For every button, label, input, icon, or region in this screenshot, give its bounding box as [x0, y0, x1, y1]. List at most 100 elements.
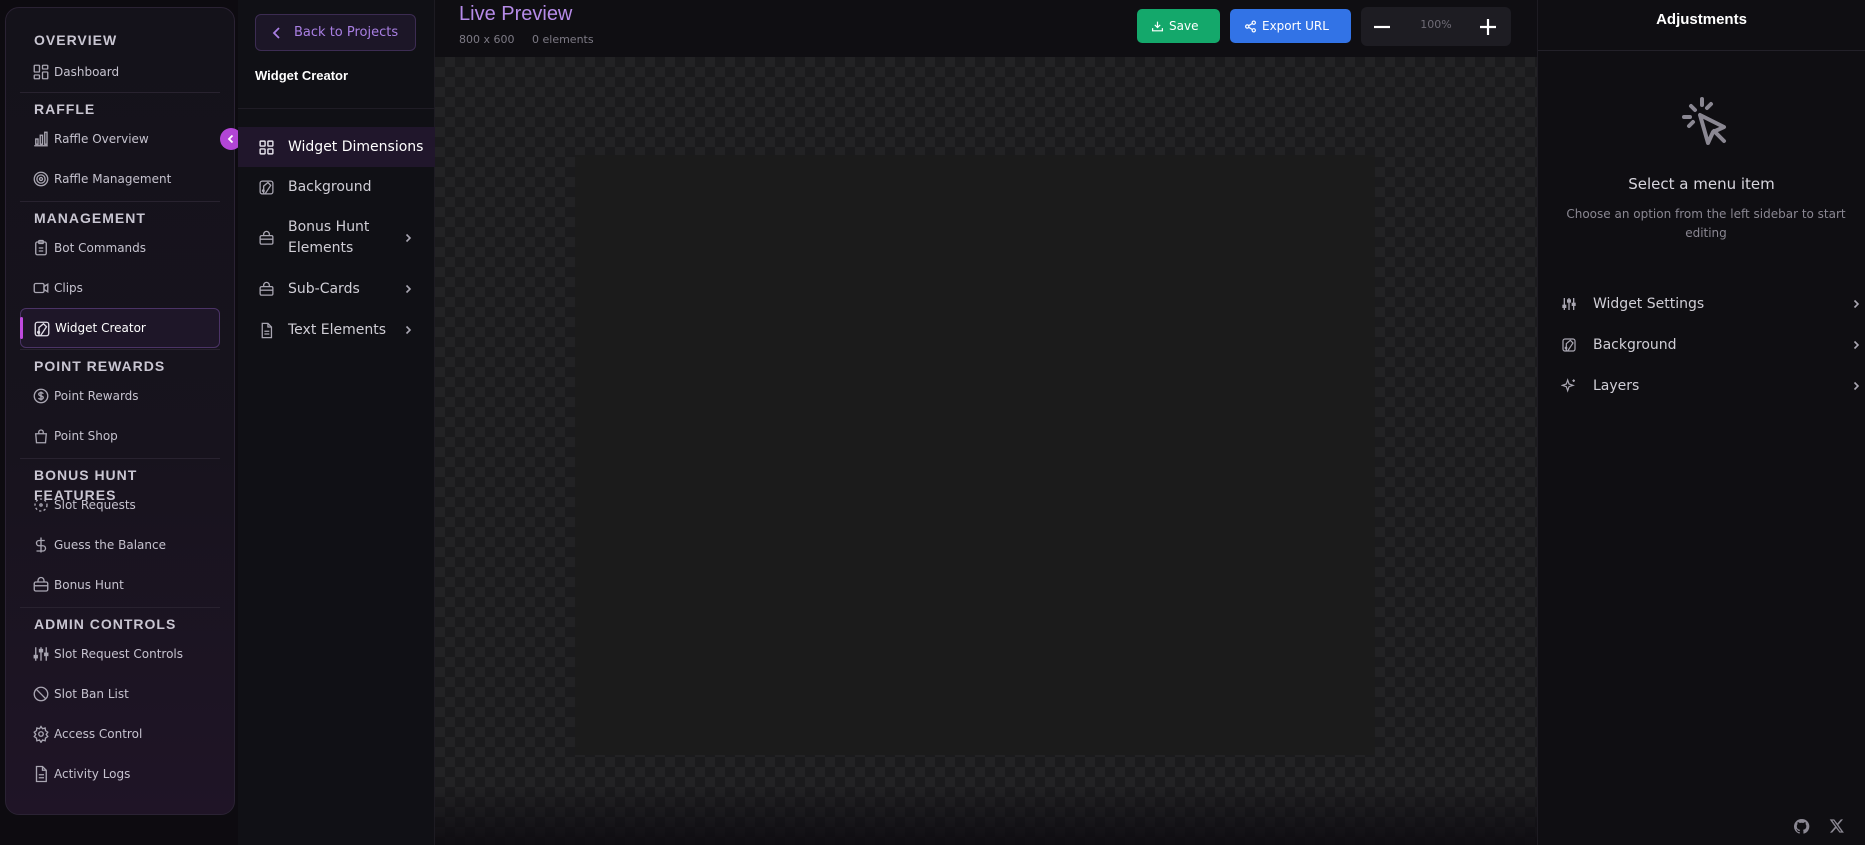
sidebar-item-label: Slot Ban List — [54, 687, 129, 701]
sidebar-item-clips[interactable]: Clips — [20, 268, 220, 308]
sidebar-item-raffle-overview[interactable]: Raffle Overview — [20, 119, 220, 159]
sidebar-item-activity-logs[interactable]: Activity Logs — [20, 754, 220, 794]
sidebar-item-widget-creator[interactable]: Widget Creator — [20, 308, 220, 348]
sidebar-item-label: Point Rewards — [54, 389, 139, 403]
sidebar-item-slot-ban-list[interactable]: Slot Ban List — [20, 674, 220, 714]
clipboard-icon — [35, 239, 47, 256]
ban-icon — [33, 686, 49, 702]
sparkles-icon — [1561, 378, 1575, 393]
video-icon — [33, 282, 49, 294]
editor-item-background[interactable]: Background — [238, 167, 435, 207]
back-to-projects-button[interactable]: Back to Projects — [255, 14, 416, 51]
editor-item-label: Background — [288, 179, 372, 195]
empty-state-title: Select a menu item — [1628, 175, 1775, 193]
widget-canvas[interactable] — [575, 155, 1375, 755]
sidebar-item-guess-the-balance[interactable]: Guess the Balance — [20, 525, 220, 565]
nav-section-raffle: RAFFLE Raffle Overview Raffle Management — [20, 99, 220, 199]
canvas-fade — [435, 785, 1537, 845]
export-url-button[interactable]: Export URL — [1230, 9, 1351, 43]
x-twitter-icon[interactable] — [1829, 818, 1845, 834]
file-icon — [35, 765, 47, 783]
zoom-control: 100% — [1361, 7, 1511, 46]
sidebar-item-label: Access Control — [54, 727, 143, 741]
chevron-right-icon — [1853, 340, 1860, 350]
sidebar-item-slot-requests[interactable]: Slot Requests — [20, 485, 220, 525]
adjustment-background[interactable]: Background — [1538, 330, 1865, 360]
nav-section-title: MANAGEMENT — [34, 210, 146, 226]
adjustment-layers[interactable]: Layers — [1538, 371, 1865, 401]
adjustment-label: Layers — [1593, 378, 1640, 394]
nav-section-bonus-hunt: BONUS HUNT FEATURES Slot Requests Guess … — [20, 465, 220, 605]
chevron-right-icon — [405, 325, 412, 335]
sidebar-item-label: Activity Logs — [54, 767, 131, 781]
sidebar-item-bot-commands[interactable]: Bot Commands — [20, 228, 220, 268]
palette-icon — [34, 321, 50, 337]
preview-canvas-area[interactable] — [435, 57, 1537, 845]
nav-section-title: POINT REWARDS — [34, 358, 166, 374]
file-icon — [261, 322, 273, 339]
briefcase-icon — [259, 230, 274, 245]
gear-icon — [33, 725, 49, 743]
editor-item-label: Bonus Hunt Elements — [288, 217, 369, 259]
nav-section-title: RAFFLE — [34, 101, 96, 117]
empty-state-description: Choose an option from the left sidebar t… — [1566, 207, 1846, 240]
dollar-circle-icon — [33, 388, 49, 404]
divider — [20, 607, 220, 608]
editor-title: Widget Creator — [255, 68, 349, 83]
editor-item-widget-dimensions[interactable]: Widget Dimensions — [238, 127, 435, 167]
sidebar-item-dashboard[interactable]: Dashboard — [20, 52, 220, 92]
dollar-icon — [35, 537, 47, 553]
chevron-right-icon — [405, 284, 412, 294]
element-count-label: 0 elements — [532, 33, 594, 46]
editor-item-label-line2: Elements — [288, 240, 354, 256]
shopping-bag-icon — [35, 429, 47, 444]
divider — [1538, 50, 1865, 51]
sidebar-item-label: Guess the Balance — [54, 538, 166, 552]
nav-section-overview: OVERVIEW Dashboard — [20, 30, 220, 92]
github-icon[interactable] — [1793, 818, 1810, 835]
divider — [20, 349, 220, 350]
sidebar-item-label: Slot Requests — [54, 498, 136, 512]
back-label: Back to Projects — [294, 25, 399, 40]
zoom-in-button[interactable] — [1477, 16, 1499, 38]
palette-icon — [1562, 338, 1576, 352]
save-icon — [1152, 21, 1163, 32]
adjustment-label: Background — [1593, 337, 1677, 353]
sidebar-item-bonus-hunt[interactable]: Bonus Hunt — [20, 565, 220, 605]
chevron-left-icon — [227, 134, 234, 144]
target-icon — [33, 171, 49, 187]
editor-sidebar: Back to Projects Widget Creator Widget D… — [238, 0, 435, 845]
divider — [238, 108, 435, 109]
nav-section-title: OVERVIEW — [34, 32, 118, 48]
save-button[interactable]: Save — [1137, 9, 1220, 43]
dashboard-icon — [33, 64, 49, 80]
nav-section-point-rewards: POINT REWARDS Point Rewards Point Shop — [20, 356, 220, 456]
editor-item-sub-cards[interactable]: Sub-Cards — [238, 269, 435, 309]
editor-item-bonus-hunt-elements[interactable]: Bonus Hunt Elements — [238, 212, 435, 264]
sidebar-item-slot-request-controls[interactable]: Slot Request Controls — [20, 634, 220, 674]
adjustment-widget-settings[interactable]: Widget Settings — [1538, 289, 1865, 319]
sidebar-item-point-rewards[interactable]: Point Rewards — [20, 376, 220, 416]
divider — [20, 92, 220, 93]
sidebar-item-access-control[interactable]: Access Control — [20, 714, 220, 754]
palette-icon — [259, 180, 274, 195]
sidebar-item-label: Raffle Overview — [54, 132, 149, 146]
chevron-right-icon — [1853, 381, 1860, 391]
divider — [20, 201, 220, 202]
export-label: Export URL — [1262, 19, 1329, 33]
briefcase-icon — [259, 281, 274, 296]
briefcase-icon — [33, 576, 49, 592]
sidebar-item-point-shop[interactable]: Point Shop — [20, 416, 220, 456]
sliders-icon — [33, 647, 49, 661]
chevron-right-icon — [1853, 299, 1860, 309]
nav-section-title: ADMIN CONTROLS — [34, 616, 177, 632]
editor-item-text-elements[interactable]: Text Elements — [238, 310, 435, 350]
sidebar-item-raffle-management[interactable]: Raffle Management — [20, 159, 220, 199]
grid-icon — [259, 140, 274, 155]
nav-section-admin: ADMIN CONTROLS Slot Request Controls Slo… — [20, 614, 220, 794]
main-sidebar: OVERVIEW Dashboard RAFFLE Raffle Overvie… — [5, 7, 235, 815]
page-title: Live Preview — [459, 3, 573, 25]
sliders-icon — [1562, 298, 1576, 310]
sidebar-item-label: Raffle Management — [54, 172, 172, 186]
sidebar-item-label: Slot Request Controls — [54, 647, 183, 661]
